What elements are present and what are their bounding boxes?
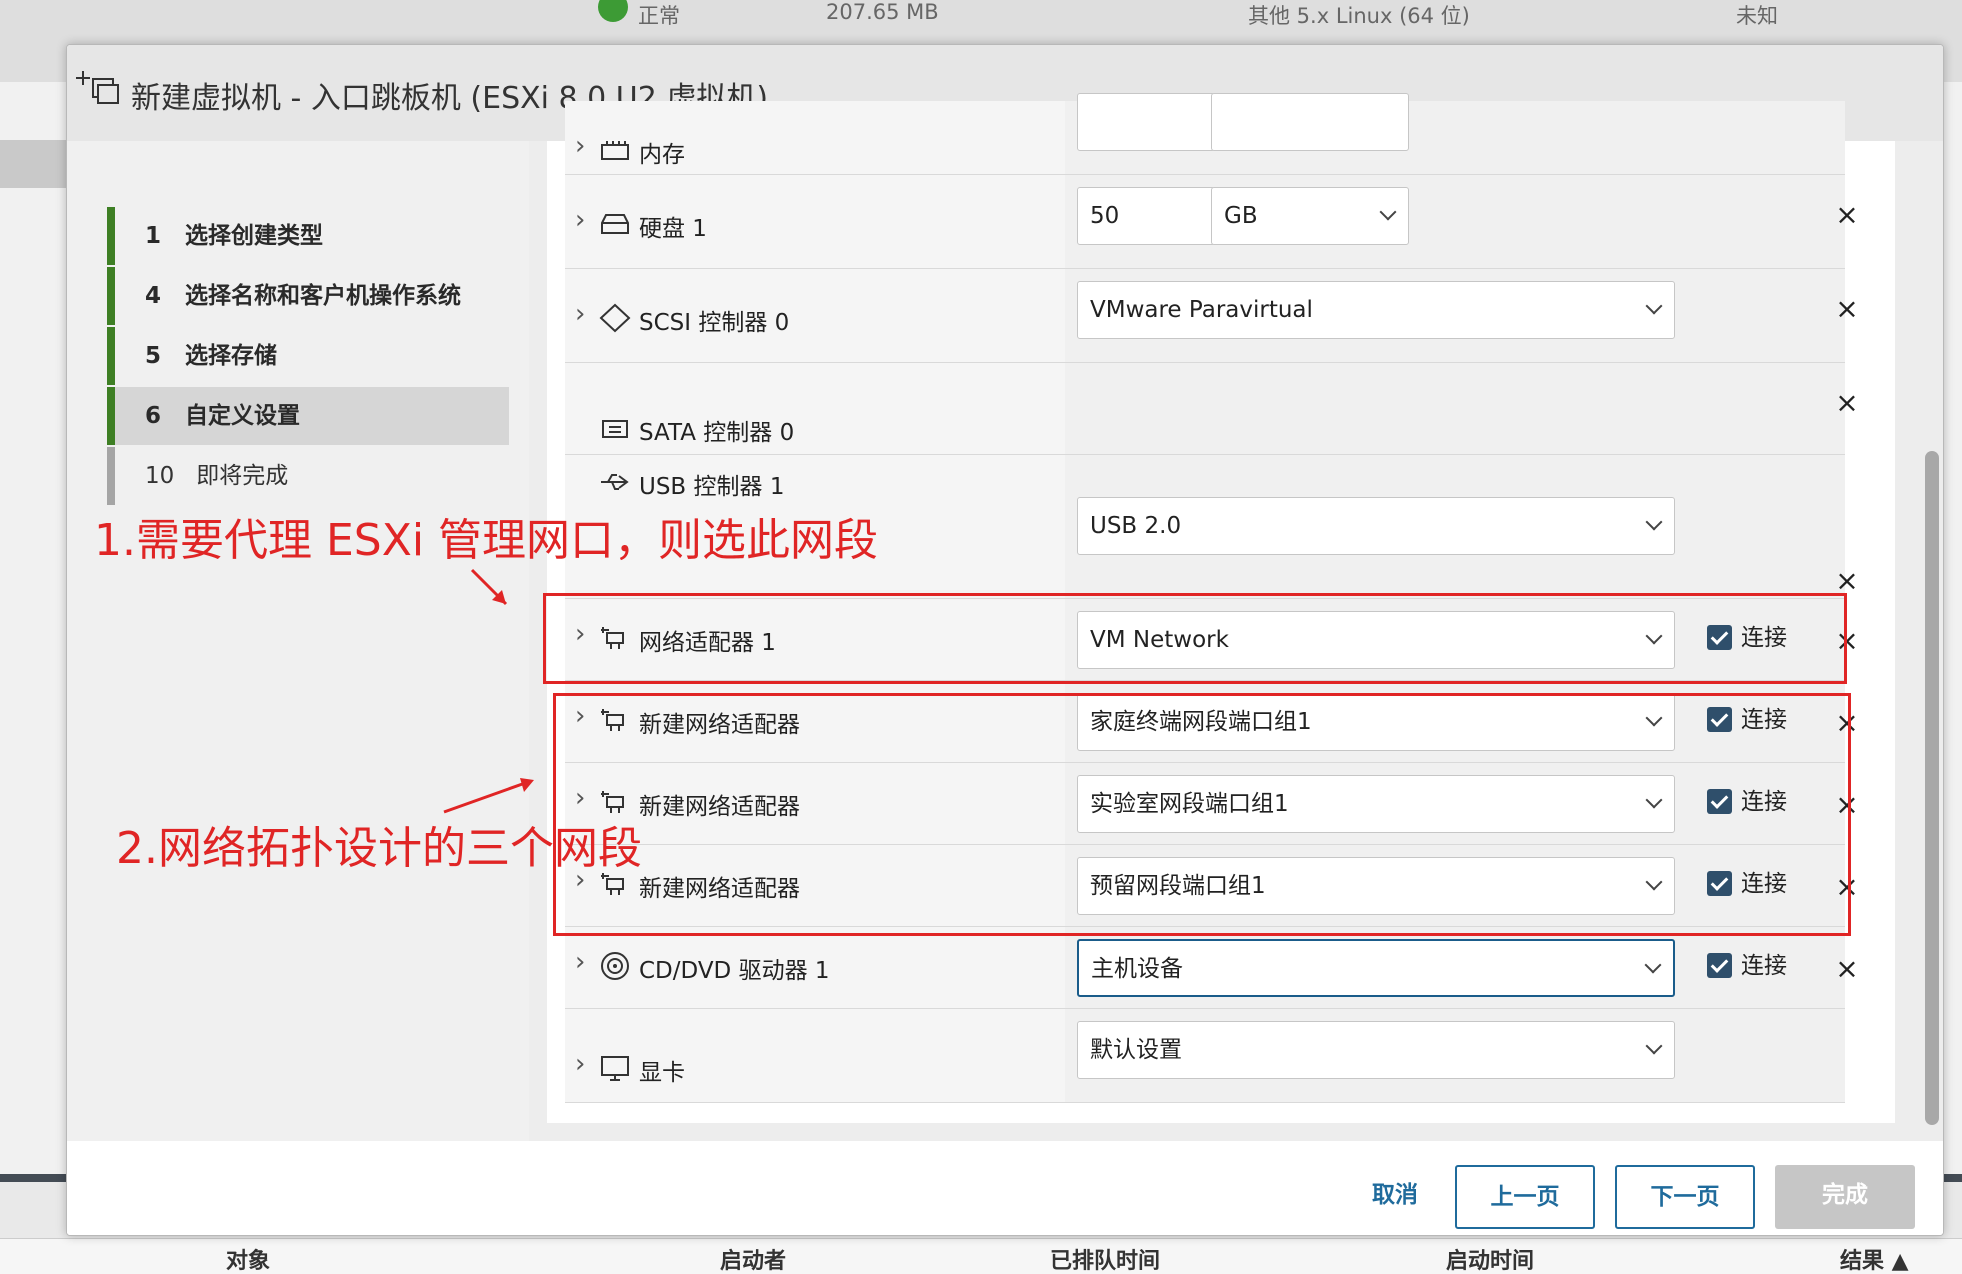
col-initiator[interactable]: 启动者 <box>720 1243 786 1274</box>
step-label: 选择名称和客户机操作系统 <box>185 283 462 309</box>
hardware-row-video-card: › 显卡 默认设置 <box>565 1009 1845 1103</box>
col-start-time[interactable]: 启动时间 <box>1446 1243 1534 1274</box>
hardware-row-sata: SATA 控制器 0 × <box>565 363 1859 455</box>
annotation-arrow-1 <box>470 568 508 606</box>
hardware-row-memory: › 内存 <box>565 93 1845 175</box>
hardware-row-scsi: › SCSI 控制器 0 VMware Paravirtual × <box>565 269 1859 363</box>
step-label: 选择存储 <box>185 343 278 369</box>
hardware-row-cd-dvd: › CD/DVD 驱动器 1 主机设备 连接 × <box>565 927 1859 1009</box>
remove-scsi-button[interactable]: × <box>1833 295 1861 323</box>
step-ready-to-complete[interactable]: 10 即将完成 <box>107 447 509 505</box>
chevron-right-icon[interactable]: › <box>575 947 585 977</box>
new-vm-icon <box>76 71 119 104</box>
scsi-controller-icon <box>599 303 631 333</box>
disk-size-input[interactable]: 50 <box>1077 187 1215 245</box>
chevron-right-icon[interactable]: › <box>575 205 585 235</box>
dialog-footer: 取消 上一页 下一页 完成 <box>67 1141 1943 1235</box>
step-customize-settings[interactable]: 6 自定义设置 <box>107 387 509 445</box>
next-button[interactable]: 下一页 <box>1615 1165 1755 1229</box>
annotation-note-1: 1.需要代理 ESXi 管理网口，则选此网段 <box>94 515 879 566</box>
step-label: 选择创建类型 <box>185 223 324 249</box>
usb-label: USB 控制器 1 <box>639 474 785 500</box>
status-ok-icon <box>598 0 628 22</box>
annotation-arrow-2 <box>443 778 534 814</box>
hard-disk-icon <box>601 214 629 234</box>
annotation-box-topology-networks <box>553 693 1851 936</box>
bg-size: 207.65 MB <box>826 0 939 24</box>
scsi-label: SCSI 控制器 0 <box>639 310 790 336</box>
usb-type-select[interactable]: USB 2.0 <box>1077 497 1675 555</box>
col-object[interactable]: 对象 <box>226 1243 270 1274</box>
col-queued-time[interactable]: 已排队时间 <box>1050 1243 1160 1274</box>
remove-disk-button[interactable]: × <box>1833 201 1861 229</box>
remove-usb-button[interactable]: × <box>1833 567 1861 595</box>
cddvd-connect-checkbox[interactable]: 连接 <box>1707 951 1827 981</box>
memory-size-input[interactable] <box>1077 93 1215 151</box>
remove-sata-button[interactable]: × <box>1833 389 1861 417</box>
sata-label: SATA 控制器 0 <box>639 420 795 446</box>
annotation-note-2: 2.网络拓扑设计的三个网段 <box>116 823 642 874</box>
bg-status: 正常 <box>638 4 680 28</box>
annotation-box-management-network <box>543 593 1847 684</box>
bg-os: 其他 5.x Linux (64 位) <box>1248 4 1470 28</box>
step-select-creation-type[interactable]: 1 选择创建类型 <box>107 207 509 265</box>
chevron-right-icon[interactable]: › <box>575 1049 585 1079</box>
content-scrollbar[interactable] <box>1925 451 1939 1125</box>
hardware-row-disk: › 硬盘 1 50 GB × <box>565 175 1859 269</box>
cddvd-device-select[interactable]: 主机设备 <box>1077 939 1675 997</box>
checkbox-checked-icon[interactable] <box>1707 953 1732 978</box>
chevron-right-icon[interactable]: › <box>575 299 585 329</box>
video-label: 显卡 <box>639 1060 685 1086</box>
task-table-header: 对象 启动者 已排队时间 启动时间 结果 ▲ <box>0 1238 1962 1274</box>
cd-dvd-icon <box>601 952 629 980</box>
usb-icon <box>601 474 629 490</box>
disk-unit-select[interactable]: GB <box>1211 187 1409 245</box>
finish-button[interactable]: 完成 <box>1775 1165 1915 1229</box>
remove-cddvd-button[interactable]: × <box>1833 955 1861 983</box>
cancel-button[interactable]: 取消 <box>1337 1165 1453 1229</box>
scsi-type-select[interactable]: VMware Paravirtual <box>1077 281 1675 339</box>
memory-icon <box>601 141 629 160</box>
memory-unit-select[interactable] <box>1211 93 1409 151</box>
disk-label: 硬盘 1 <box>639 216 707 242</box>
wizard-steps: 1 选择创建类型 4 选择名称和客户机操作系统 5 选择存储 6 自定义设置 1… <box>67 141 529 1141</box>
back-button[interactable]: 上一页 <box>1455 1165 1595 1229</box>
cddvd-label: CD/DVD 驱动器 1 <box>639 958 830 984</box>
sata-controller-icon <box>602 420 628 438</box>
col-result[interactable]: 结果 ▲ <box>1840 1243 1909 1274</box>
display-icon <box>601 1056 629 1081</box>
step-label: 即将完成 <box>196 463 289 489</box>
step-select-storage[interactable]: 5 选择存储 <box>107 327 509 385</box>
step-select-name-os[interactable]: 4 选择名称和客户机操作系统 <box>107 267 509 325</box>
chevron-right-icon[interactable]: › <box>575 131 585 161</box>
background-sidebar-item <box>0 140 66 188</box>
memory-label: 内存 <box>639 142 685 168</box>
bg-unknown: 未知 <box>1736 4 1778 28</box>
video-settings-select[interactable]: 默认设置 <box>1077 1021 1675 1079</box>
step-label: 自定义设置 <box>185 403 301 429</box>
